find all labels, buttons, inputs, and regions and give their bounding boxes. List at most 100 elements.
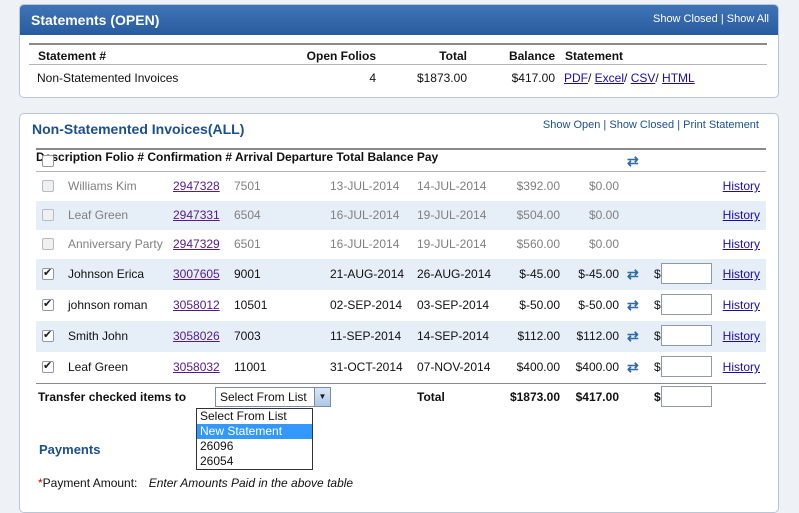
confirmation: 10501	[234, 298, 268, 312]
footer-pay-input[interactable]	[661, 386, 712, 407]
row-checkbox[interactable]	[42, 238, 54, 250]
print-statement-link[interactable]: Print Statement	[683, 119, 759, 131]
history-link[interactable]: History	[723, 298, 760, 312]
pay-input[interactable]	[661, 294, 712, 315]
balance: $-45.00	[578, 267, 619, 281]
folio-link[interactable]: 2947328	[173, 179, 220, 193]
history-link[interactable]: History	[723, 267, 760, 281]
table-row: Non-Statemented Invoices 4 $1873.00 $417…	[29, 65, 767, 91]
arrival: 16-JUL-2014	[330, 237, 400, 251]
total: $-45.00	[519, 267, 560, 281]
table-row: Johnson Erica 3007605 9001 21-AUG-2014 26-AU…	[36, 259, 766, 290]
folio-link[interactable]: 2947329	[173, 237, 220, 251]
total: $112.00	[517, 329, 561, 343]
departure: 07-NOV-2014	[417, 360, 491, 374]
pay-input[interactable]	[661, 325, 712, 346]
refresh-icon[interactable]: ⇄	[627, 360, 641, 374]
description: Johnson Erica	[68, 267, 145, 281]
col-open-folios: Open Folios	[306, 49, 376, 63]
folio-link[interactable]: 3058012	[173, 298, 220, 312]
history-link[interactable]: History	[723, 208, 760, 222]
balance: $112.00	[576, 329, 620, 343]
confirmation: 9001	[234, 267, 261, 281]
arrival: 31-OCT-2014	[330, 360, 403, 374]
refresh-icon[interactable]: ⇄	[627, 329, 641, 343]
statements-panel: Statements (OPEN) Show Closed | Show All…	[19, 4, 779, 98]
open-folios-value: 4	[369, 71, 376, 85]
col-statement: Statement #	[38, 49, 107, 63]
col-balance: Balance	[367, 150, 414, 164]
transfer-select-value: Select From List	[220, 390, 307, 404]
statement-name: Non-Statemented Invoices	[37, 71, 179, 85]
table-row: Anniversary Party 2947329 6501 16-JUL-2014 1…	[36, 230, 766, 259]
folio-link[interactable]: 2947331	[173, 208, 220, 222]
folio-link[interactable]: 3058032	[173, 360, 220, 374]
balance: $400.00	[575, 360, 619, 374]
payment-amount-row: *Payment Amount: Enter Amounts Paid in t…	[38, 476, 353, 490]
refresh-icon[interactable]: ⇄	[627, 298, 641, 312]
dropdown-option[interactable]: 26096	[197, 439, 312, 454]
departure: 14-SEP-2014	[417, 329, 490, 343]
transfer-select[interactable]: Select From List ▼	[215, 387, 331, 407]
row-checkbox[interactable]	[42, 180, 54, 192]
departure: 19-JUL-2014	[417, 237, 487, 251]
pay-input[interactable]	[661, 263, 712, 284]
invoices-table-header: Description Folio # Confirmation # Arriv…	[36, 148, 766, 172]
row-checkbox[interactable]	[42, 266, 54, 280]
invoices-panel: Non-Statemented Invoices(ALL) Show Open …	[19, 113, 779, 513]
history-link[interactable]: History	[723, 237, 760, 251]
history-link[interactable]: History	[723, 329, 760, 343]
col-pay: Pay	[416, 150, 439, 164]
folio-link[interactable]: 3007605	[173, 267, 220, 281]
row-checkbox[interactable]	[42, 328, 54, 342]
table-row: Leaf Green 3058032 11001 31-OCT-2014 07-NOV-…	[36, 352, 766, 383]
statements-title: Statements (OPEN)	[31, 12, 160, 28]
excel-link[interactable]: Excel	[595, 71, 624, 85]
footer-total: $1873.00	[509, 390, 560, 404]
statement-format-links: PDF/ Excel/ CSV/ HTML	[564, 71, 695, 85]
footer-balance: $417.00	[575, 390, 619, 404]
balance-value: $417.00	[511, 71, 555, 85]
row-checkbox[interactable]	[42, 209, 54, 221]
total: $504.00	[516, 208, 560, 222]
dropdown-option[interactable]: Select From List	[197, 409, 312, 424]
statements-table: Statement # Open Folios Total Balance St…	[29, 43, 767, 91]
total-value: $1873.00	[416, 71, 467, 85]
balance: $0.00	[588, 237, 619, 251]
balance: $-50.00	[578, 298, 619, 312]
pay-prefix: $	[654, 360, 661, 374]
description: johnson roman	[68, 298, 148, 312]
show-open-link[interactable]: Show Open	[543, 119, 600, 131]
payment-amount-hint: Enter Amounts Paid in the above table	[148, 476, 354, 490]
arrival: 13-JUL-2014	[330, 179, 400, 193]
confirmation: 6501	[234, 237, 261, 251]
show-all-link[interactable]: Show All	[727, 13, 769, 25]
pay-prefix: $	[654, 267, 661, 281]
refresh-icon[interactable]: ⇄	[627, 267, 641, 281]
departure: 19-JUL-2014	[417, 208, 487, 222]
show-closed-link[interactable]: Show Closed	[653, 13, 718, 25]
csv-link[interactable]: CSV	[631, 71, 656, 85]
chevron-down-icon[interactable]: ▼	[314, 388, 330, 406]
transfer-footer: Transfer checked items to Select From Li…	[36, 383, 766, 409]
select-all-checkbox[interactable]	[42, 155, 54, 167]
footer-pay-prefix: $	[654, 390, 661, 404]
refresh-icon[interactable]: ⇄	[627, 154, 641, 168]
dropdown-option-highlighted[interactable]: New Statement	[197, 424, 312, 439]
show-closed-link[interactable]: Show Closed	[609, 119, 674, 131]
dropdown-option[interactable]: 26054	[197, 454, 312, 469]
pdf-link[interactable]: PDF	[564, 71, 588, 85]
folio-link[interactable]: 3058026	[173, 329, 220, 343]
row-checkbox[interactable]	[42, 297, 54, 311]
description: Leaf Green	[68, 360, 129, 374]
col-departure: Departure	[276, 150, 333, 164]
total: $-50.00	[519, 298, 560, 312]
confirmation: 11001	[234, 360, 267, 374]
payments-title: Payments	[39, 442, 101, 457]
history-link[interactable]: History	[723, 360, 760, 374]
footer-total-label: Total	[417, 390, 445, 404]
pay-input[interactable]	[661, 356, 712, 377]
row-checkbox[interactable]	[42, 359, 54, 373]
html-link[interactable]: HTML	[662, 71, 695, 85]
history-link[interactable]: History	[723, 179, 760, 193]
